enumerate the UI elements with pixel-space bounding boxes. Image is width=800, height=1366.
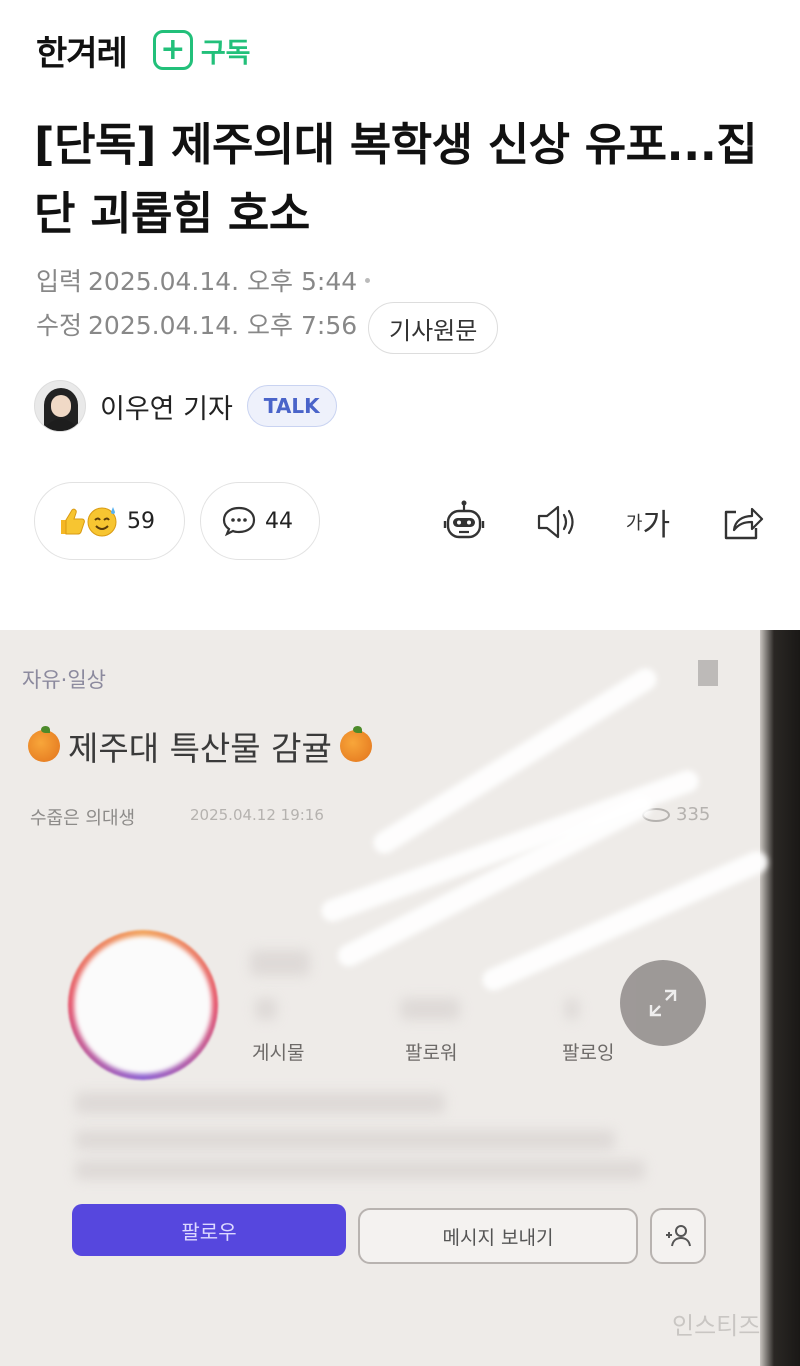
speaker-icon	[537, 505, 574, 539]
input-label: 입력	[36, 267, 83, 296]
article-headline: [단독] 제주의대 복학생 신상 유포...집단 괴롭힘 호소	[34, 118, 758, 240]
blurred-username	[250, 950, 310, 976]
post-category: 자유·일상	[22, 668, 106, 692]
post-nickname: 수줍은 의대생	[30, 808, 136, 829]
blurred-stat	[565, 998, 579, 1020]
post-title: 제주대 특산물 감귤	[68, 729, 332, 768]
comment-bubble-icon	[222, 506, 256, 537]
stat-label-followers: 팔로워	[405, 1042, 458, 1064]
original-article-button[interactable]: 기사원문	[368, 302, 499, 354]
add-person-button	[650, 1208, 706, 1264]
input-date-row: 입력 2025.04.14. 오후 5:44	[36, 262, 371, 298]
comment-count: 44	[265, 508, 293, 534]
view-count-value: 335	[676, 804, 711, 825]
article-photo: 자유·일상 제주대 특산물 감귤 수줍은 의대생 2025.04.12 19:1…	[0, 630, 800, 1366]
add-person-icon	[666, 1225, 691, 1247]
avatar[interactable]	[34, 380, 86, 432]
font-small-glyph: 가	[625, 513, 643, 534]
tangerine-icon	[28, 726, 60, 762]
blurred-bio	[75, 1092, 445, 1114]
profile-picture-blurred	[68, 930, 218, 1080]
update-time: 2025.04.14. 오후 7:56	[88, 311, 358, 340]
blurred-stat	[255, 998, 277, 1020]
author-name[interactable]: 이우연 기자	[100, 387, 233, 426]
blurred-bio	[75, 1130, 615, 1150]
stat-label-following: 팔로잉	[562, 1042, 615, 1064]
update-date-row: 수정 2025.04.14. 오후 7:56	[36, 306, 357, 342]
plus-icon: +	[152, 30, 193, 70]
ai-summary-button[interactable]	[440, 498, 488, 546]
subscribe-label: 구독	[200, 37, 251, 69]
share-icon	[724, 507, 764, 540]
expand-arrows-icon	[649, 989, 677, 1017]
share-button[interactable]	[718, 498, 766, 546]
robot-icon	[443, 500, 485, 539]
font-size-button[interactable]: 가가	[620, 498, 676, 546]
watermark: 인스티즈	[672, 1312, 761, 1340]
post-date: 2025.04.12 19:16	[190, 806, 324, 824]
phone-bezel	[760, 630, 800, 1366]
text-to-speech-button[interactable]	[532, 498, 580, 546]
reaction-count: 59	[127, 508, 155, 534]
blurred-stat	[400, 998, 460, 1020]
sweat-smile-emoji-icon	[87, 507, 117, 537]
update-label: 수정	[36, 311, 83, 340]
publisher-logo[interactable]: 한겨레	[36, 26, 128, 75]
stat-label-posts: 게시물	[252, 1042, 305, 1064]
author-row: 이우연 기자 TALK	[34, 380, 337, 432]
input-time: 2025.04.14. 오후 5:44	[88, 267, 358, 296]
tangerine-icon	[339, 726, 372, 762]
talk-button[interactable]: TALK	[246, 385, 337, 427]
subscribe-button[interactable]: + 구독	[152, 30, 251, 70]
expand-button[interactable]	[620, 960, 706, 1046]
blurred-bio	[75, 1160, 645, 1180]
reaction-button[interactable]: 59	[34, 482, 185, 560]
bookmark-icon	[698, 660, 718, 686]
separator-dot	[365, 277, 371, 283]
send-message-button: 메시지 보내기	[358, 1208, 638, 1264]
follow-button: 팔로우	[72, 1204, 346, 1256]
thumbs-up-emoji-icon	[61, 508, 85, 535]
top-bar: 한겨레 + 구독	[36, 26, 251, 74]
font-large-glyph: 가	[642, 508, 671, 543]
post-title-row: 제주대 특산물 감귤	[28, 722, 372, 770]
comment-button[interactable]: 44	[200, 482, 320, 560]
